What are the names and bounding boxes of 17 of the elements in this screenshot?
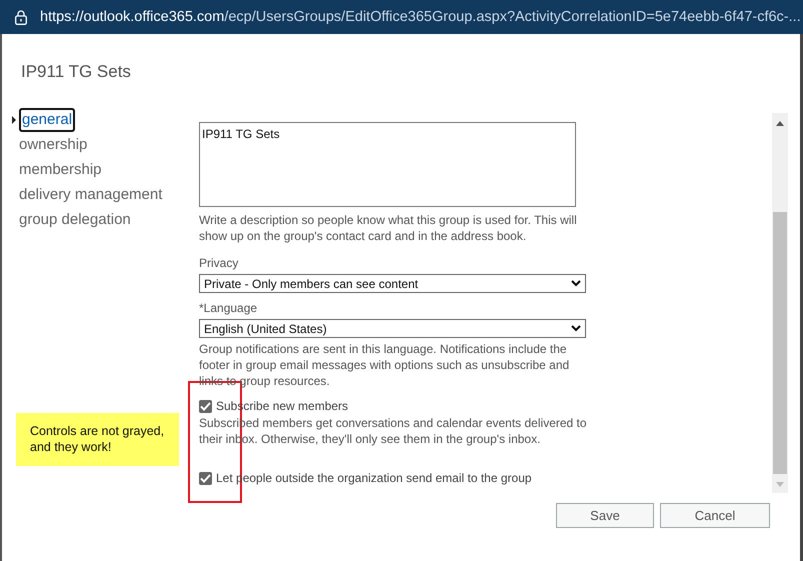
url-text: https://outlook.office365.com/ecp/UsersGroups/EditOffice365Group.aspx?ActivityCorrelationID=5e74eebb-6f47-cf6c-... bbox=[40, 9, 801, 25]
field-label: Privacy bbox=[199, 255, 240, 271]
nav-item[interactable]: membership bbox=[19, 160, 102, 180]
save-button[interactable]: Save bbox=[556, 503, 654, 528]
nav-item[interactable]: general bbox=[19, 108, 76, 132]
page-title: IP911 TG Sets bbox=[20, 61, 132, 83]
cancel-button[interactable]: Cancel bbox=[660, 503, 770, 528]
nav-item[interactable]: delivery management bbox=[19, 184, 162, 204]
privacy-dropdown[interactable]: Private - Only members can see content bbox=[199, 274, 586, 293]
field-label: *Language bbox=[199, 300, 258, 316]
nav-item[interactable]: ownership bbox=[19, 134, 88, 154]
address-bar[interactable]: https://outlook.office365.com/ecp/UsersGroups/EditOffice365Group.aspx?ActivityCorrelationID=5e74eebb-6f47-cf6c-... bbox=[0, 0, 803, 34]
nav-item[interactable]: group delegation bbox=[19, 210, 131, 230]
language-dropdown[interactable]: English (United States) bbox=[199, 319, 586, 338]
sticky-note: Controls are not grayed, and they work! bbox=[16, 413, 179, 466]
description-field[interactable]: IP911 TG Sets bbox=[199, 122, 576, 207]
help-text: Write a description so people know what this group is used for. This will show up on the group's contact card and in the address book. bbox=[199, 212, 578, 244]
